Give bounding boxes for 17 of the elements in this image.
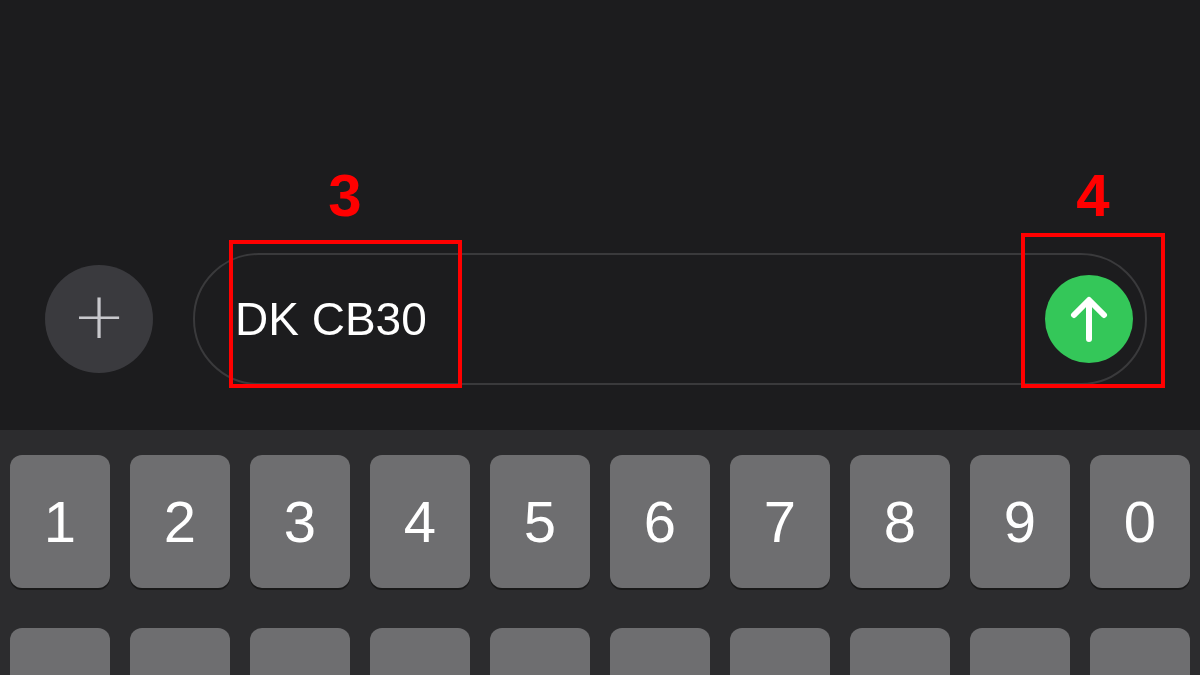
send-button[interactable] [1045, 275, 1133, 363]
key[interactable]: 9 [970, 455, 1070, 588]
arrow-up-icon [1069, 296, 1109, 342]
key[interactable]: 1 [10, 455, 110, 588]
key[interactable]: 5 [490, 455, 590, 588]
message-text: DK CB30 [235, 292, 427, 346]
callout-number: 3 [327, 166, 363, 226]
callout-number: 4 [1075, 166, 1111, 226]
attach-button[interactable]: + [45, 265, 153, 373]
key[interactable]: 8 [850, 455, 950, 588]
key[interactable]: 2 [130, 455, 230, 588]
key[interactable]: 3 [250, 455, 350, 588]
key[interactable]: 4 [370, 455, 470, 588]
message-field[interactable]: DK CB30 [193, 253, 1147, 385]
key[interactable]: 0 [1090, 455, 1190, 588]
key[interactable]: 7 [730, 455, 830, 588]
key[interactable]: 6 [610, 455, 710, 588]
